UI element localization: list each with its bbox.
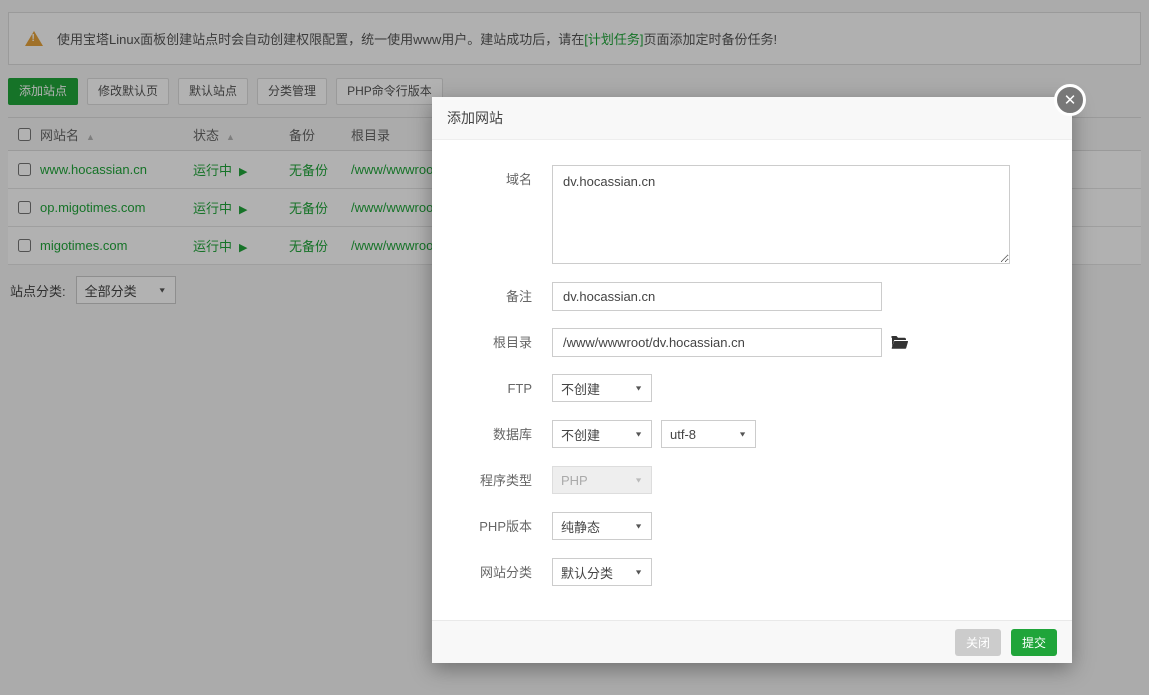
dropdown-arrow-icon: ▼ (634, 476, 643, 484)
dropdown-arrow-icon: ▼ (738, 430, 747, 438)
dropdown-arrow-icon: ▼ (634, 430, 643, 438)
ftp-select[interactable]: 不创建 ▼ (552, 374, 652, 402)
close-button[interactable]: 关闭 (955, 629, 1001, 656)
submit-button[interactable]: 提交 (1011, 629, 1057, 656)
app-type-select-value: PHP (561, 473, 588, 488)
site-category-select-value: 默认分类 (561, 563, 613, 582)
root-dir-input[interactable] (552, 328, 882, 357)
app-type-select: PHP ▼ (552, 466, 652, 494)
remark-label: 备注 (432, 282, 532, 311)
database-select-value: 不创建 (561, 425, 600, 444)
add-website-form: 域名 dv.hocassian.cn 备注 根目录 FTP 不创建 ▼ 数据库 … (432, 140, 1072, 587)
dropdown-arrow-icon: ▼ (634, 384, 643, 392)
close-icon[interactable]: ✕ (1054, 84, 1086, 116)
root-dir-label: 根目录 (432, 328, 532, 357)
database-label: 数据库 (432, 420, 532, 449)
add-website-modal: 添加网站 ✕ 域名 dv.hocassian.cn 备注 根目录 FTP 不创建… (432, 97, 1072, 663)
dropdown-arrow-icon: ▼ (634, 522, 643, 530)
remark-input[interactable] (552, 282, 882, 311)
folder-icon[interactable] (891, 335, 908, 350)
charset-select-value: utf-8 (670, 427, 696, 442)
php-version-select-value: 纯静态 (561, 517, 600, 536)
site-category-select[interactable]: 默认分类 ▼ (552, 558, 652, 586)
modal-title: 添加网站 (432, 97, 1072, 140)
domain-label: 域名 (432, 165, 532, 194)
ftp-select-value: 不创建 (561, 379, 600, 398)
charset-select[interactable]: utf-8 ▼ (661, 420, 756, 448)
php-version-select[interactable]: 纯静态 ▼ (552, 512, 652, 540)
domain-textarea[interactable]: dv.hocassian.cn (552, 165, 1010, 264)
database-select[interactable]: 不创建 ▼ (552, 420, 652, 448)
app-type-label: 程序类型 (432, 466, 532, 495)
dropdown-arrow-icon: ▼ (634, 568, 643, 576)
site-category-label: 网站分类 (432, 558, 532, 587)
php-version-label: PHP版本 (432, 512, 532, 541)
modal-footer: 关闭 提交 (432, 620, 1072, 663)
ftp-label: FTP (432, 374, 532, 403)
